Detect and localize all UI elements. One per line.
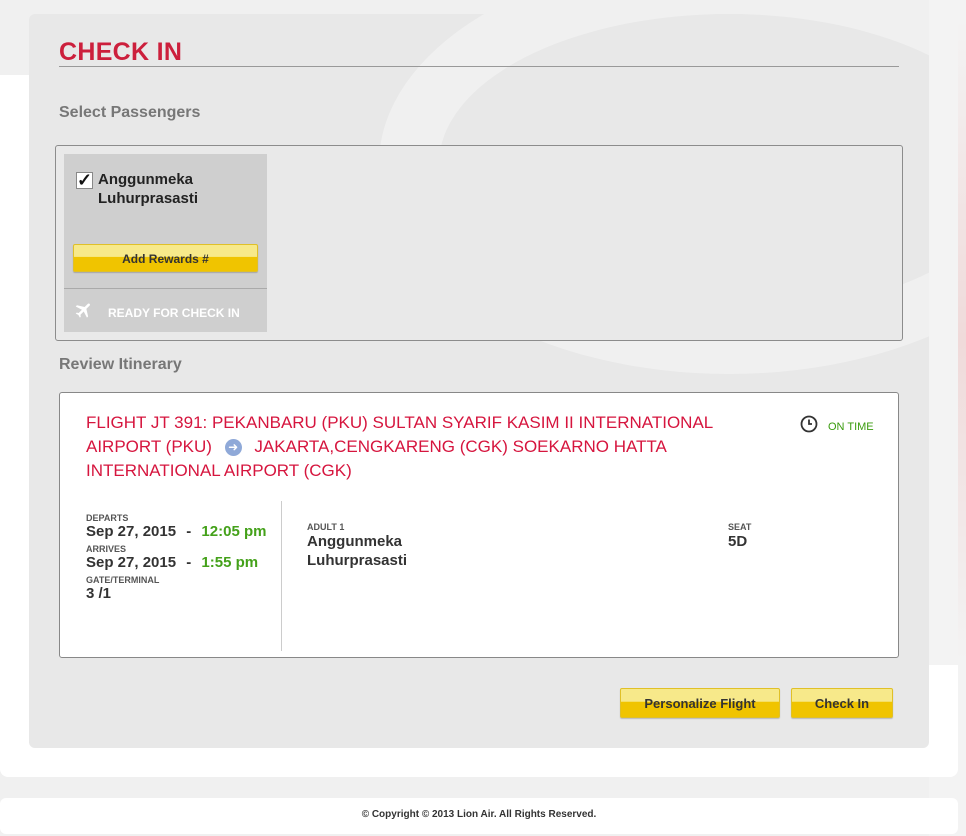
personalize-flight-button[interactable]: Personalize Flight — [620, 688, 780, 718]
check-in-button[interactable]: Check In — [791, 688, 893, 718]
passenger-first-name: Anggunmeka — [98, 171, 194, 188]
flight-status: ON TIME — [800, 415, 874, 438]
copyright-text: © Copyright © 2013 Lion Air. All Rights … — [361, 809, 597, 820]
adult-passenger: ADULT 1 Anggunmeka Luhurprasasti — [307, 522, 407, 570]
seat-info: SEAT 5D — [728, 522, 751, 551]
flight-times: DEPARTS Sep 27, 2015 - 12:05 pm ARRIVES … — [86, 513, 266, 602]
on-time-status: ON TIME — [828, 420, 874, 433]
ready-status: READY FOR CHECK IN — [74, 300, 240, 325]
title-divider — [59, 66, 899, 67]
footer: © Copyright © 2013 Lion Air. All Rights … — [0, 798, 958, 834]
passenger-card: ✓ Anggunmeka Luhurprasasti Add Rewards #… — [64, 154, 267, 332]
arrives-label: ARRIVES — [86, 544, 127, 554]
adult-last-name: Luhurprasasti — [307, 552, 408, 569]
arrow-right-icon: ➜ — [224, 439, 242, 457]
departs-label: DEPARTS — [86, 513, 129, 523]
itinerary-card: FLIGHT JT 391: PEKANBARU (PKU) SULTAN SY… — [59, 392, 899, 658]
select-passengers-heading: Select Passengers — [59, 104, 201, 121]
passenger-name: Anggunmeka Luhurprasasti — [98, 170, 198, 208]
passenger-last-name: Luhurprasasti — [98, 190, 199, 207]
review-itinerary-heading: Review Itinerary — [59, 356, 182, 373]
passenger-selection-box: ✓ Anggunmeka Luhurprasasti Add Rewards #… — [55, 145, 903, 341]
departs-time: 12:05 pm — [201, 523, 267, 540]
seat-value: 5D — [728, 533, 748, 550]
clock-icon — [800, 415, 818, 438]
adult-first-name: Anggunmeka — [307, 533, 403, 550]
arrives-time: 1:55 pm — [201, 554, 259, 571]
gate-label: GATE/TERMINAL — [86, 575, 160, 585]
ready-status-text: READY FOR CHECK IN — [108, 305, 240, 320]
seat-label: SEAT — [728, 522, 752, 532]
adult-label: ADULT 1 — [307, 522, 345, 532]
separator: - — [186, 554, 192, 571]
column-divider — [281, 501, 282, 651]
separator: - — [186, 523, 192, 540]
background-left — [0, 75, 30, 667]
checkin-panel: CHECK IN Select Passengers ✓ Anggunmeka … — [29, 14, 929, 748]
page-title: CHECK IN — [59, 38, 183, 66]
flight-route: FLIGHT JT 391: PEKANBARU (PKU) SULTAN SY… — [86, 411, 726, 483]
card-divider — [64, 288, 267, 289]
arrives-datetime: Sep 27, 2015 - 1:55 pm — [86, 554, 266, 571]
airplane-icon — [74, 300, 94, 325]
background-accent — [958, 20, 966, 660]
departs-datetime: Sep 27, 2015 - 12:05 pm — [86, 523, 266, 540]
gate-value: 3 /1 — [86, 585, 112, 602]
arrives-date: Sep 27, 2015 — [86, 554, 177, 571]
departs-date: Sep 27, 2015 — [86, 523, 177, 540]
passenger-checkbox[interactable]: ✓ — [76, 171, 93, 189]
add-rewards-button[interactable]: Add Rewards # — [73, 244, 258, 272]
